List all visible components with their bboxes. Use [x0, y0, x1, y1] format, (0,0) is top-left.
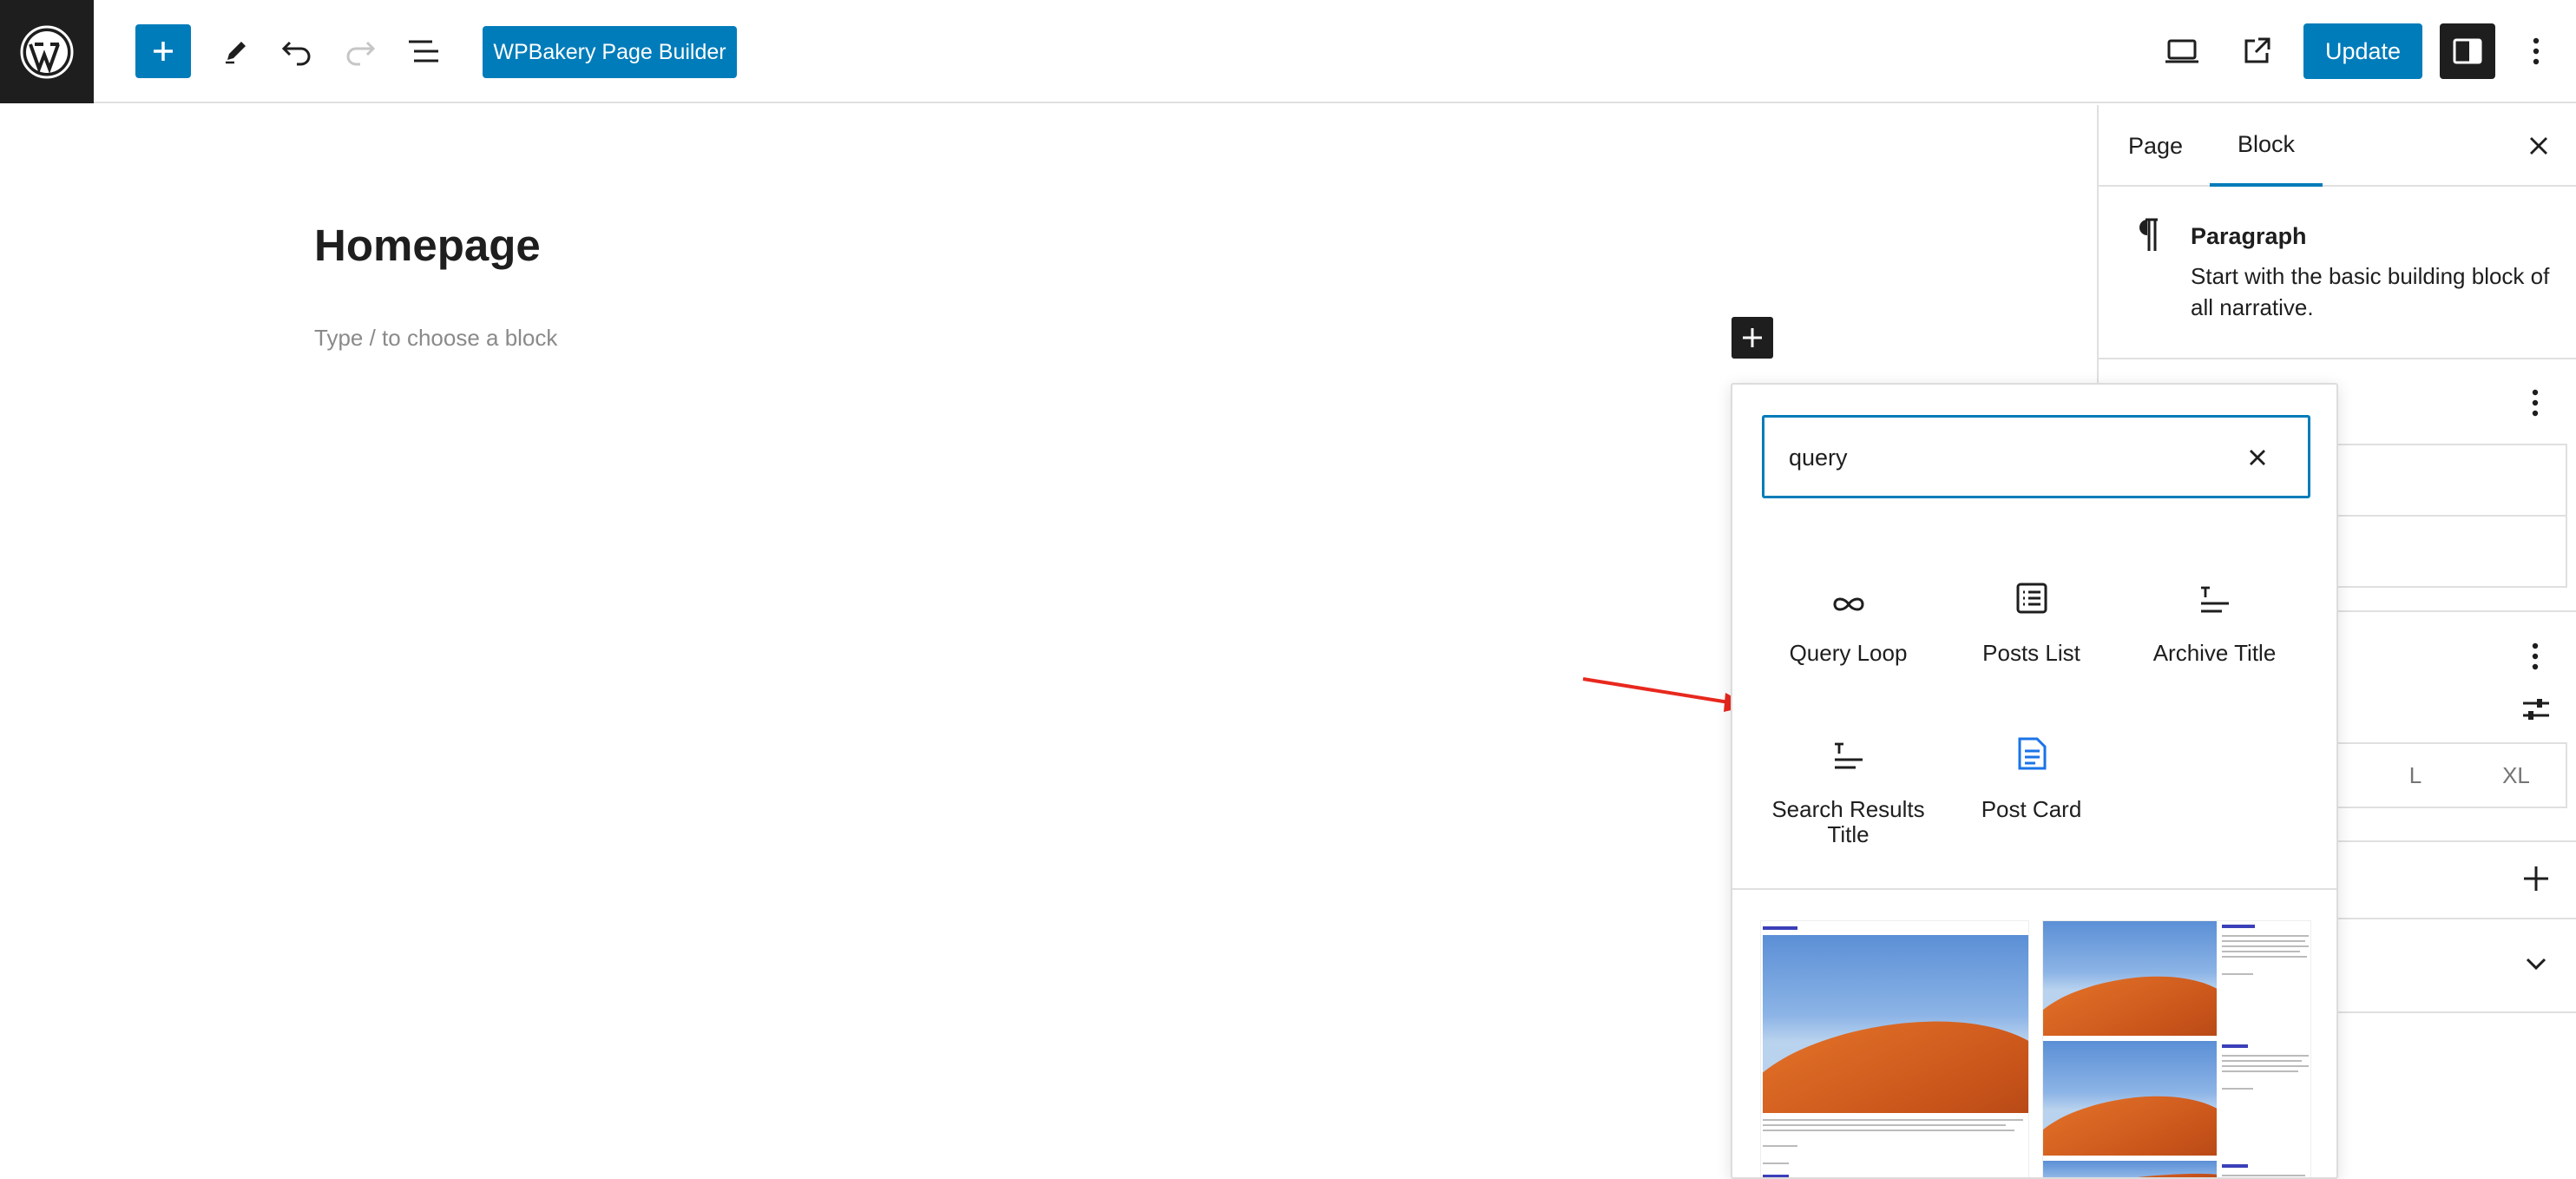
update-button[interactable]: Update — [2303, 23, 2422, 79]
settings-field[interactable] — [2333, 444, 2567, 517]
block-item-label: Post Card — [1981, 796, 2082, 822]
loop-icon — [1832, 597, 1864, 611]
more-vertical-icon[interactable] — [2531, 641, 2540, 672]
font-size-l[interactable]: L — [2376, 744, 2454, 807]
block-item-query-loop[interactable]: Query Loop — [1757, 563, 1940, 710]
pattern-image — [2043, 921, 2217, 1036]
popover-divider — [1732, 888, 2336, 890]
block-search-input[interactable] — [1789, 442, 2240, 473]
paragraph-placeholder[interactable]: Type / to choose a block — [314, 325, 557, 352]
pattern-preview[interactable] — [1760, 920, 2029, 1177]
pattern-image — [1763, 935, 2028, 1113]
sidebar-tabs: Page Block — [2099, 105, 2576, 187]
block-item-label: Posts List — [1982, 640, 2080, 666]
sidebar-toggle-icon — [2453, 38, 2482, 64]
pattern-post-title — [1763, 926, 1797, 930]
wordpress-logo[interactable] — [0, 0, 94, 103]
block-card-title: Paragraph — [2191, 223, 2307, 249]
block-inserter-button[interactable] — [135, 24, 191, 78]
pattern-preview[interactable] — [2042, 920, 2311, 1177]
posts-list-icon — [2016, 583, 2047, 614]
block-item-label: Query Loop — [1789, 640, 1908, 666]
more-vertical-icon — [2533, 37, 2540, 65]
external-link-icon — [2244, 37, 2270, 63]
wordpress-logo-icon — [20, 25, 74, 78]
plus-icon — [154, 42, 173, 61]
paragraph-icon — [2139, 218, 2158, 251]
wpbakery-button[interactable]: WPBakery Page Builder — [483, 26, 737, 78]
close-sidebar-button[interactable] — [2517, 124, 2560, 168]
block-item-search-results-title[interactable]: Search Results Title — [1757, 719, 1940, 866]
block-item-posts-list[interactable]: Posts List — [1940, 563, 2123, 710]
settings-field[interactable] — [2333, 515, 2567, 588]
block-item-archive-title[interactable]: Archive Title — [2123, 563, 2306, 710]
plus-icon[interactable] — [2522, 865, 2550, 892]
tools-button[interactable] — [208, 24, 264, 78]
post-card-icon — [2018, 737, 2046, 770]
block-item-post-card[interactable]: Post Card — [1940, 719, 2123, 866]
undo-button[interactable] — [269, 24, 325, 78]
title-icon — [1834, 742, 1863, 769]
tab-page[interactable]: Page — [2128, 105, 2183, 187]
pencil-icon — [226, 42, 246, 64]
list-view-button[interactable] — [396, 24, 451, 78]
block-search — [1762, 415, 2310, 498]
clear-search-button[interactable] — [2237, 437, 2278, 478]
pattern-image — [2043, 1041, 2217, 1156]
close-icon — [2530, 137, 2547, 155]
add-block-button[interactable] — [1732, 317, 1773, 359]
options-button[interactable] — [2517, 24, 2555, 78]
undo-icon — [281, 41, 311, 66]
chevron-down-icon[interactable] — [2524, 955, 2548, 972]
redo-button[interactable] — [332, 24, 388, 78]
redo-icon — [346, 41, 376, 66]
font-size-xl[interactable]: XL — [2477, 744, 2555, 807]
tab-block[interactable]: Block — [2210, 105, 2323, 187]
view-post-button[interactable] — [2229, 24, 2284, 78]
quick-inserter-popover: Query Loop Posts List Archive Title Se — [1731, 383, 2338, 1179]
list-view-icon — [409, 40, 438, 63]
plus-icon — [1743, 328, 1762, 347]
desktop-preview-icon — [2165, 39, 2198, 63]
block-card-description: Start with the basic building block of a… — [2191, 263, 2550, 320]
page-title[interactable]: Homepage — [314, 220, 541, 271]
more-vertical-icon[interactable] — [2531, 387, 2540, 418]
preview-button[interactable] — [2154, 24, 2210, 78]
block-item-label: Archive Title — [2152, 640, 2277, 666]
editor-toolbar: WPBakery Page Builder Update — [0, 0, 2576, 103]
annotation-arrow — [1582, 677, 1750, 712]
sliders-icon[interactable] — [2521, 695, 2551, 724]
settings-toggle-button[interactable] — [2440, 23, 2495, 79]
title-icon — [2200, 586, 2229, 613]
block-item-label: Search Results Title — [1771, 796, 1925, 847]
block-card: Paragraph Start with the basic building … — [2099, 187, 2576, 359]
close-icon — [2250, 450, 2265, 465]
